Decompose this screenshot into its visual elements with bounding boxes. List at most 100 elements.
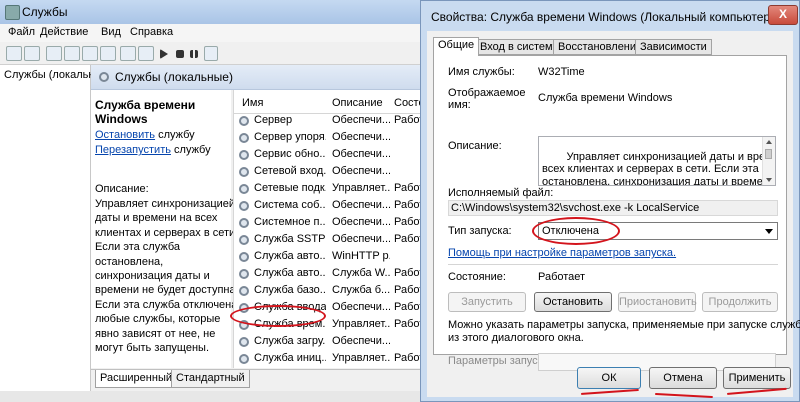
row-name: Служба загру... xyxy=(254,335,326,347)
startup-help-link[interactable]: Помощь при настройке параметров запуска. xyxy=(448,247,676,259)
row-name: Служба авто... xyxy=(254,267,326,279)
row-desc: Управляет... xyxy=(332,318,390,330)
properties-icon[interactable] xyxy=(64,46,80,61)
scroll-down-icon[interactable] xyxy=(766,178,772,182)
table-row[interactable]: Сервер Обеспечи... Работа xyxy=(234,112,431,130)
red-annotation-startup xyxy=(532,217,620,245)
menu-action[interactable]: Действие xyxy=(40,26,88,38)
restart-service-link[interactable]: Перезапустить xyxy=(95,144,171,156)
console-tree-icon[interactable] xyxy=(46,46,62,61)
dialog-title: Свойства: Служба времени Windows (Локаль… xyxy=(431,10,775,24)
description-textbox[interactable]: Управляет синхронизацией даты и времени … xyxy=(538,136,776,186)
stop-button[interactable]: Остановить xyxy=(534,292,612,312)
row-desc: Обеспечи... xyxy=(332,335,390,347)
tab-extended[interactable]: Расширенный xyxy=(95,370,177,388)
row-name: Служба авто... xyxy=(254,250,326,262)
menu-view[interactable]: Вид xyxy=(101,26,121,38)
export-icon[interactable] xyxy=(100,46,116,61)
console-tree: Службы (локальные) xyxy=(0,65,112,391)
gear-icon xyxy=(239,167,249,177)
gear-icon xyxy=(239,252,249,262)
scroll-up-icon[interactable] xyxy=(766,140,772,144)
gear-icon xyxy=(239,133,249,143)
forward-icon[interactable] xyxy=(24,46,40,61)
restart-service-action: Перезапустить службу xyxy=(95,144,211,156)
dialog-body: Общие Вход в систему Восстановление Зави… xyxy=(427,31,800,399)
row-name: Сервер упоря... xyxy=(254,131,326,143)
row-desc: Служба б... xyxy=(332,284,390,296)
help-icon[interactable] xyxy=(120,46,136,61)
column-description[interactable]: Описание xyxy=(332,97,383,109)
row-desc: Обеспечи... xyxy=(332,301,390,313)
red-underline-ok xyxy=(580,388,639,395)
play-icon[interactable] xyxy=(160,49,168,59)
close-button[interactable]: X xyxy=(768,5,798,25)
table-row[interactable]: Сервис обно... Обеспечи... xyxy=(234,146,431,164)
tab-dependencies[interactable]: Зависимости xyxy=(635,39,712,55)
row-name: Сетевой вход... xyxy=(254,165,326,177)
apply-button[interactable]: Применить xyxy=(723,367,791,389)
list-header: Имя Описание Состоя xyxy=(234,93,431,114)
ok-button[interactable]: ОК xyxy=(577,367,641,389)
pause-icon[interactable] xyxy=(190,50,198,58)
menu-help[interactable]: Справка xyxy=(130,26,173,38)
stop-icon[interactable] xyxy=(176,50,184,58)
table-row[interactable]: Служба иниц... Управляет... Работа xyxy=(234,350,431,368)
cancel-button[interactable]: Отмена xyxy=(649,367,717,389)
table-row[interactable]: Сетевой вход... Обеспечи... xyxy=(234,163,431,181)
scroll-thumb[interactable] xyxy=(765,149,772,159)
back-icon[interactable] xyxy=(6,46,22,61)
table-row[interactable]: Система соб... Обеспечи... Работа xyxy=(234,197,431,215)
table-row[interactable]: Системное п... Обеспечи... Работа xyxy=(234,214,431,232)
separator xyxy=(448,264,778,265)
gear-icon xyxy=(99,72,109,82)
gear-icon xyxy=(239,286,249,296)
services-header-title: Службы (локальные) xyxy=(115,70,233,84)
table-row[interactable]: Служба авто... WinHTTP р... xyxy=(234,248,431,266)
start-button[interactable]: Запустить xyxy=(448,292,526,312)
stop-service-link[interactable]: Остановить xyxy=(95,129,155,141)
properties-dialog: Свойства: Служба времени Windows (Локаль… xyxy=(420,0,800,402)
pause-button[interactable]: Приостановить xyxy=(618,292,697,312)
dialog-footer: ОК Отмена Применить xyxy=(427,355,793,399)
gear-icon xyxy=(239,235,249,245)
status-bar xyxy=(0,391,430,402)
stop-service-action: Остановить службу xyxy=(95,129,195,141)
table-row[interactable]: Служба авто... Служба W... Работа xyxy=(234,265,431,283)
restart-icon[interactable] xyxy=(204,46,218,61)
description-scrollbar[interactable] xyxy=(762,137,775,185)
resume-button[interactable]: Продолжить xyxy=(702,292,778,312)
table-row[interactable]: Сервер упоря... Обеспечи... xyxy=(234,129,431,147)
table-row[interactable]: Служба SSTP Обеспечи... Работа xyxy=(234,231,431,249)
params-hint: Можно указать параметры запуска, применя… xyxy=(448,319,800,344)
display-name-label: Отображаемое имя: xyxy=(448,87,526,111)
row-desc: Обеспечи... xyxy=(332,165,390,177)
gear-icon xyxy=(239,184,249,194)
menu-file[interactable]: Файл xyxy=(8,26,35,38)
services-header: Службы (локальные) xyxy=(91,65,430,90)
tab-standard[interactable]: Стандартный xyxy=(171,370,250,388)
row-desc: Обеспечи... xyxy=(332,216,390,228)
description-heading: Описание: xyxy=(95,183,149,195)
red-underline-cancel xyxy=(654,393,713,399)
table-row[interactable]: Сетевые подк... Управляет... Работа xyxy=(234,180,431,198)
row-name: Служба базо... xyxy=(254,284,326,296)
selected-service-title: Служба времени Windows xyxy=(95,98,196,126)
column-name[interactable]: Имя xyxy=(242,97,263,109)
table-row[interactable]: Служба базо... Служба б... Работа xyxy=(234,282,431,300)
gear-icon xyxy=(239,269,249,279)
tab-logon[interactable]: Вход в систему xyxy=(475,39,564,55)
status-value: Работает xyxy=(538,271,586,283)
show-hide-icon[interactable] xyxy=(138,46,154,61)
refresh-icon[interactable] xyxy=(82,46,98,61)
row-desc: Обеспечи... xyxy=(332,131,390,143)
tab-general[interactable]: Общие xyxy=(433,37,480,56)
tab-recovery[interactable]: Восстановление xyxy=(553,39,648,55)
stop-service-suffix: службу xyxy=(155,129,195,141)
row-name: Служба SSTP xyxy=(254,233,326,245)
gear-icon xyxy=(239,337,249,347)
gear-icon xyxy=(239,218,249,228)
display-name-value: Служба времени Windows xyxy=(538,92,673,104)
table-row[interactable]: Служба загру... Обеспечи... xyxy=(234,333,431,351)
row-name: Сервис обно... xyxy=(254,148,326,160)
